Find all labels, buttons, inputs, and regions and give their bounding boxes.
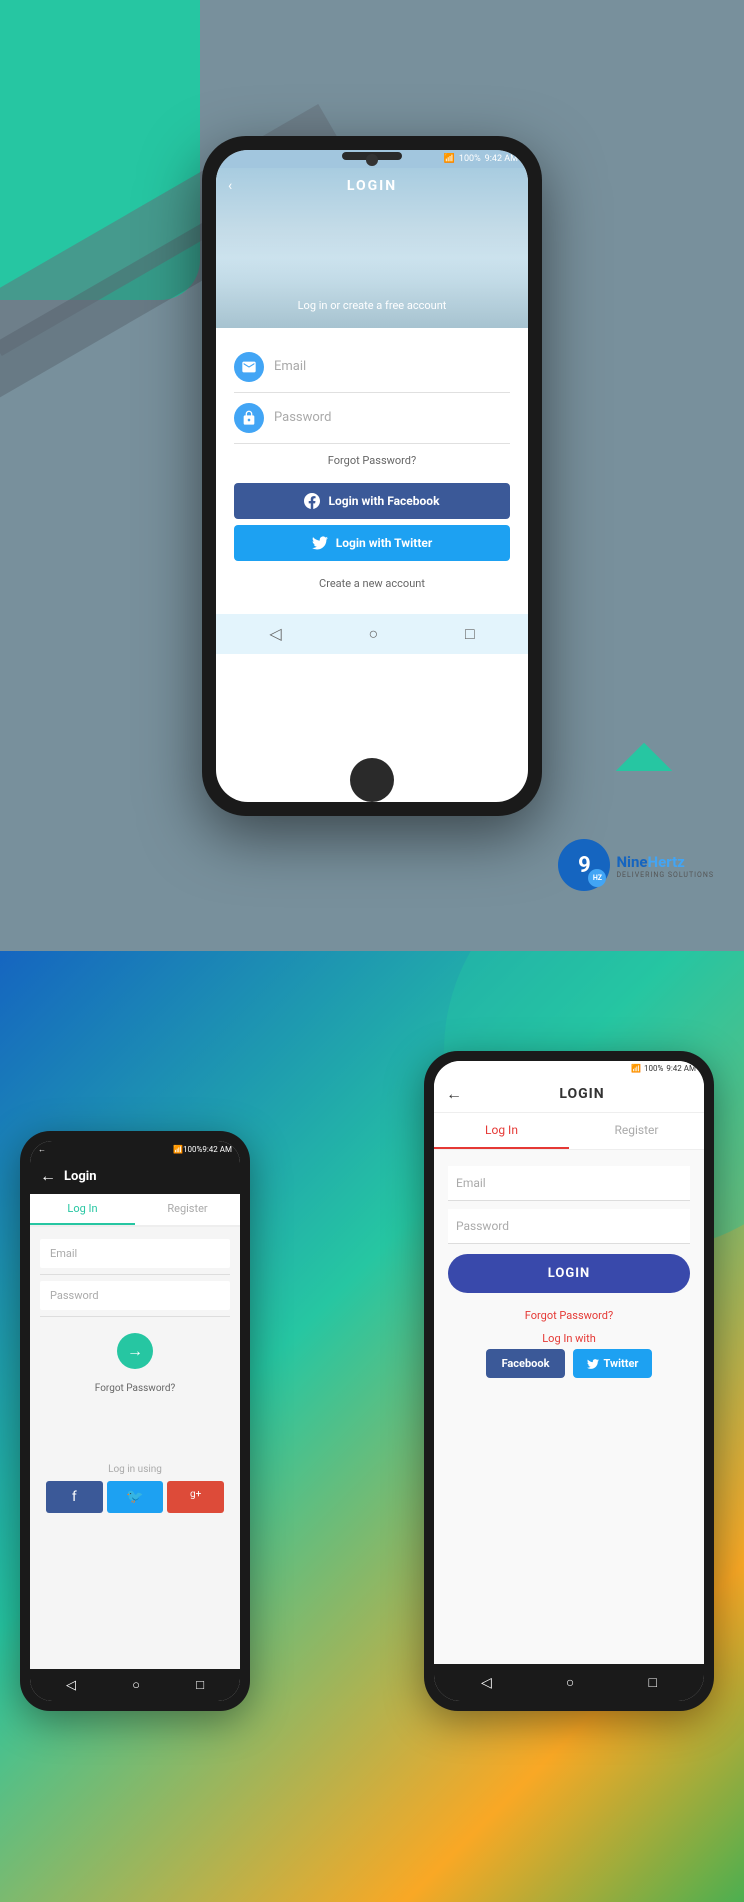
email-icon: [234, 352, 264, 382]
logo-nine: NineHertz: [616, 852, 714, 871]
password-row[interactable]: Password: [234, 393, 510, 444]
sp-status-bar: ← 📶 100% 9:42 AM: [30, 1141, 240, 1158]
facebook-button-label: Login with Facebook: [328, 494, 439, 508]
rp-twitter-button[interactable]: Twitter: [573, 1349, 652, 1378]
rp-tabs: Log In Register: [434, 1113, 704, 1150]
sp-google-button[interactable]: g+: [167, 1481, 224, 1513]
rp-facebook-button[interactable]: Facebook: [486, 1349, 566, 1378]
clock: 9:42 AM: [485, 154, 518, 164]
phone-form: Email Password Forgot Password? Login wi…: [216, 328, 528, 614]
rp-time: 9:42 AM: [666, 1064, 696, 1073]
top-section: 📶 100% 9:42 AM ‹ LOGIN Log in or create …: [0, 0, 744, 951]
rp-header: ← LOGIN: [434, 1076, 704, 1113]
sp-back: ←: [38, 1145, 46, 1154]
phone-header-bg: ‹ LOGIN Log in or create a free account: [216, 168, 528, 328]
rp-forgot-password[interactable]: Forgot Password?: [448, 1303, 690, 1328]
rp-wifi: 📶: [631, 1064, 641, 1073]
battery-level: 100%: [459, 154, 481, 164]
sp-tab-register[interactable]: Register: [135, 1194, 240, 1225]
email-row[interactable]: Email: [234, 342, 510, 393]
sp-twitter-button[interactable]: 🐦: [107, 1481, 164, 1513]
rp-nav-back[interactable]: ◁: [481, 1675, 492, 1691]
logo-hz-badge: HZ: [588, 869, 606, 887]
rp-twitter-label: Twitter: [603, 1357, 638, 1370]
ninehertz-logo: 9 HZ NineHertz DELIVERING SOLUTIONS: [558, 839, 714, 891]
nav-back-icon[interactable]: ◁: [269, 624, 281, 643]
rp-tab-register[interactable]: Register: [569, 1113, 704, 1149]
sp-time: 9:42 AM: [202, 1145, 232, 1154]
forgot-password-link[interactable]: Forgot Password?: [234, 444, 510, 477]
sp-nav-recent[interactable]: □: [196, 1677, 204, 1693]
phone-mockup-left: ← 📶 100% 9:42 AM ← Login Log In Register…: [20, 1131, 250, 1711]
rp-nav-bar: ◁ ○ □: [434, 1664, 704, 1701]
twitter-button-label: Login with Twitter: [336, 536, 433, 550]
login-twitter-button[interactable]: Login with Twitter: [234, 525, 510, 561]
rp-header-title: LOGIN: [472, 1086, 692, 1102]
sp-nav-home[interactable]: ○: [132, 1677, 140, 1693]
rp-battery: 100%: [644, 1064, 663, 1073]
teal-arrow: [616, 743, 673, 800]
wifi-icon: 📶: [444, 154, 455, 164]
sp-facebook-button[interactable]: f: [46, 1481, 103, 1513]
nav-home-icon[interactable]: ○: [368, 624, 378, 644]
rp-tab-login[interactable]: Log In: [434, 1113, 569, 1149]
logo-text-block: NineHertz DELIVERING SOLUTIONS: [616, 852, 714, 879]
phone-title: LOGIN: [216, 168, 528, 200]
rp-nav-recent[interactable]: □: [648, 1674, 656, 1691]
rp-status-bar: 📶 100% 9:42 AM: [434, 1061, 704, 1076]
phone-screen-top: 📶 100% 9:42 AM ‹ LOGIN Log in or create …: [216, 150, 528, 802]
sp-tabs: Log In Register: [30, 1194, 240, 1227]
sp-wifi: 📶: [173, 1145, 183, 1154]
sp-password-input[interactable]: Password: [40, 1281, 230, 1310]
sp-social-buttons: f 🐦 g+: [40, 1481, 230, 1513]
sp-tab-login[interactable]: Log In: [30, 1194, 135, 1225]
sp-login-using-label: Log in using: [40, 1458, 230, 1481]
sp-battery: 100%: [183, 1145, 202, 1154]
sp-arrow-button[interactable]: →: [117, 1333, 153, 1369]
logo-circle: 9 HZ: [558, 839, 610, 891]
login-facebook-button[interactable]: Login with Facebook: [234, 483, 510, 519]
rp-body: Email Password LOGIN Forgot Password? Lo…: [434, 1150, 704, 1664]
sp-forgot-password[interactable]: Forgot Password?: [40, 1379, 230, 1398]
rp-nav-home[interactable]: ○: [566, 1674, 574, 1691]
lock-icon: [234, 403, 264, 433]
sp-back-arrow[interactable]: ←: [40, 1166, 56, 1186]
rp-back-arrow[interactable]: ←: [446, 1084, 462, 1104]
password-input[interactable]: Password: [274, 410, 331, 425]
trees-bg: [216, 258, 528, 328]
sp-nav-bar: ◁ ○ □: [30, 1669, 240, 1701]
email-input[interactable]: Email: [274, 359, 306, 374]
sp-email-input[interactable]: Email: [40, 1239, 230, 1268]
sp-header: ← Login: [30, 1158, 240, 1194]
phone-home-button: [350, 758, 394, 802]
rp-login-with-label: Log In with: [448, 1328, 690, 1349]
phone-mockup-top: 📶 100% 9:42 AM ‹ LOGIN Log in or create …: [202, 136, 542, 816]
nav-recent-icon[interactable]: □: [465, 624, 475, 644]
rp-email-input[interactable]: Email: [448, 1166, 690, 1201]
phone-screen-right: 📶 100% 9:42 AM ← LOGIN Log In Register E…: [434, 1061, 704, 1701]
bottom-section: ← 📶 100% 9:42 AM ← Login Log In Register…: [0, 951, 744, 1902]
phone-nav-bar: ◁ ○ □: [216, 614, 528, 654]
logo-subtitle: DELIVERING SOLUTIONS: [616, 871, 714, 879]
rp-password-input[interactable]: Password: [448, 1209, 690, 1244]
sp-body: Email Password → Forgot Password? Log in…: [30, 1227, 240, 1669]
sp-header-title: Login: [64, 1169, 97, 1184]
create-account-link[interactable]: Create a new account: [234, 567, 510, 600]
rp-social-buttons: Facebook Twitter: [448, 1349, 690, 1378]
phone-screen-left: ← 📶 100% 9:42 AM ← Login Log In Register…: [30, 1141, 240, 1701]
sp-nav-back[interactable]: ◁: [66, 1678, 76, 1693]
phone-tagline: Log in or create a free account: [216, 299, 528, 312]
phone-mockup-right: 📶 100% 9:42 AM ← LOGIN Log In Register E…: [424, 1051, 714, 1711]
phone-camera: [366, 154, 378, 166]
sp-submit-area: →: [40, 1323, 230, 1379]
rp-login-button[interactable]: LOGIN: [448, 1254, 690, 1293]
